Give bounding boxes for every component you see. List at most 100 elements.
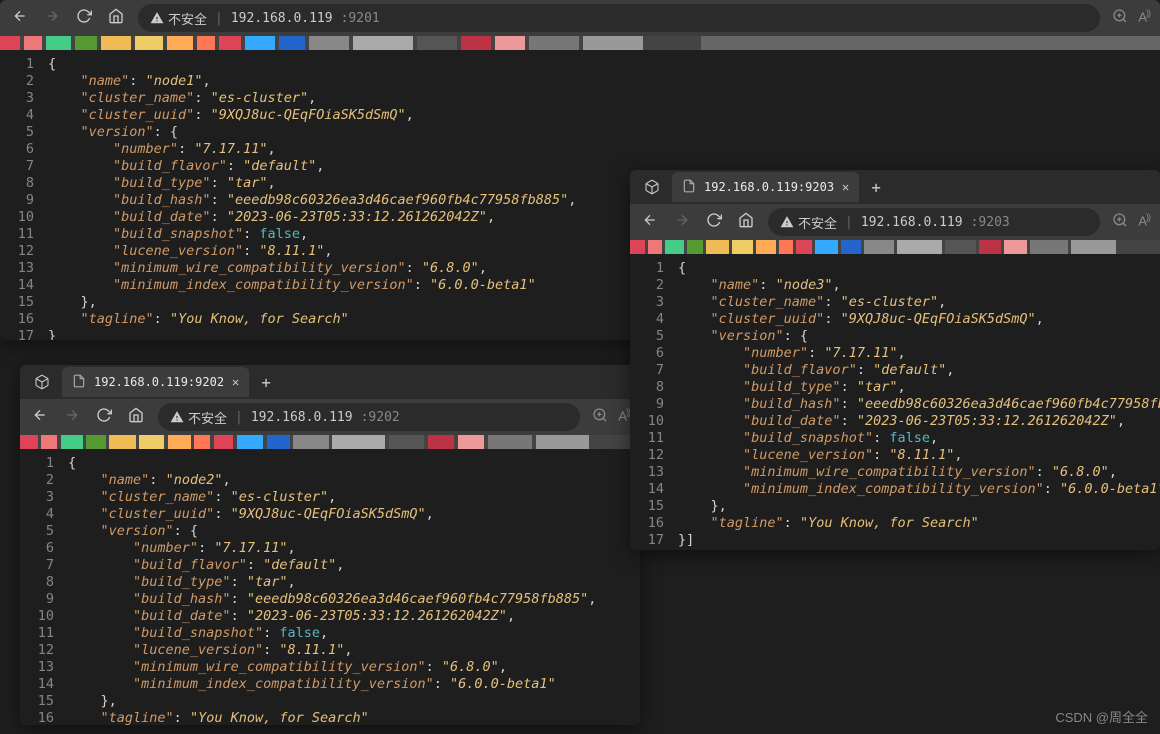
back-button[interactable] [10, 8, 30, 28]
line-number: 8 [0, 175, 48, 192]
refresh-button[interactable] [74, 8, 94, 28]
code-line: 13 "minimum_wire_compatibility_version":… [20, 659, 640, 676]
back-button[interactable] [640, 212, 660, 232]
code-line: 6 "number": "7.17.11", [0, 141, 1160, 158]
refresh-button[interactable] [94, 407, 114, 427]
code-line: 2 "name": "node3", [630, 277, 1160, 294]
code-line: 7 "build_flavor": "default", [20, 557, 640, 574]
code-line: 3 "cluster_name": "es-cluster", [0, 90, 1160, 107]
home-button[interactable] [126, 407, 146, 427]
browser-window: 192.168.0.119:9203 ✕ + 不安全 | 192.168.0.1… [630, 170, 1160, 550]
close-tab-icon[interactable]: ✕ [842, 180, 849, 194]
line-number: 13 [0, 260, 48, 277]
line-number: 16 [0, 311, 48, 328]
code-line: 5 "version": { [630, 328, 1160, 345]
close-tab-icon[interactable]: ✕ [232, 375, 239, 389]
url-port: :9203 [971, 215, 1010, 230]
line-number: 9 [0, 192, 48, 209]
line-number: 2 [630, 277, 678, 294]
line-number: 7 [0, 158, 48, 175]
forward-button[interactable] [62, 407, 82, 427]
line-number: 9 [630, 396, 678, 413]
line-number: 17 [0, 328, 48, 340]
line-number: 2 [20, 472, 68, 489]
color-bar [0, 36, 1160, 50]
document-icon [72, 374, 86, 391]
nav-toolbar: 不安全 | 192.168.0.119:9203 A)) [630, 204, 1160, 240]
browser-window: 192.168.0.119:9202 ✕ + 不安全 | 192.168.0.1… [20, 365, 640, 725]
app-icon [638, 179, 666, 195]
line-number: 6 [20, 540, 68, 557]
code-line: 8 "build_type": "tar", [630, 379, 1160, 396]
home-button[interactable] [106, 8, 126, 28]
line-number: 12 [630, 447, 678, 464]
forward-button[interactable] [42, 8, 62, 28]
line-number: 14 [0, 277, 48, 294]
zoom-icon[interactable] [1112, 8, 1128, 28]
refresh-button[interactable] [704, 212, 724, 232]
color-bar [630, 240, 1160, 254]
line-number: 4 [20, 506, 68, 523]
line-number: 2 [0, 73, 48, 90]
url-host: 192.168.0.119 [251, 410, 353, 425]
code-line: 14 "minimum_index_compatibility_version"… [630, 481, 1160, 498]
line-number: 10 [0, 209, 48, 226]
line-number: 16 [20, 710, 68, 725]
line-number: 16 [630, 515, 678, 532]
code-line: 15 }, [20, 693, 640, 710]
line-number: 3 [0, 90, 48, 107]
code-line: 17}] [630, 532, 1160, 549]
line-number: 7 [630, 362, 678, 379]
zoom-icon[interactable] [1112, 212, 1128, 232]
address-bar[interactable]: 不安全 | 192.168.0.119:9202 [158, 403, 580, 431]
address-bar[interactable]: 不安全 | 192.168.0.119:9201 [138, 4, 1100, 32]
line-number: 15 [20, 693, 68, 710]
code-line: 3 "cluster_name": "es-cluster", [20, 489, 640, 506]
line-number: 10 [630, 413, 678, 430]
line-number: 17 [630, 532, 678, 549]
read-aloud-icon[interactable]: A)) [1138, 212, 1150, 232]
line-number: 15 [630, 498, 678, 515]
line-number: 3 [630, 294, 678, 311]
read-aloud-icon[interactable]: A)) [618, 407, 630, 427]
tab-bar: 192.168.0.119:9202 ✕ + [20, 365, 640, 399]
line-number: 13 [630, 464, 678, 481]
read-aloud-icon[interactable]: A)) [1138, 8, 1150, 28]
browser-tab[interactable]: 192.168.0.119:9202 ✕ [62, 367, 249, 397]
code-line: 7 "build_flavor": "default", [630, 362, 1160, 379]
tab-bar: 192.168.0.119:9203 ✕ + [630, 170, 1160, 204]
code-line: 1{ [20, 455, 640, 472]
code-line: 10 "build_date": "2023-06-23T05:33:12.26… [20, 608, 640, 625]
line-number: 4 [0, 107, 48, 124]
code-line: 16 "tagline": "You Know, for Search" [630, 515, 1160, 532]
zoom-icon[interactable] [592, 407, 608, 427]
browser-tab[interactable]: 192.168.0.119:9203 ✕ [672, 172, 859, 202]
code-line: 5 "version": { [20, 523, 640, 540]
code-line: 4 "cluster_uuid": "9XQJ8uc-QEqFOiaSK5dSm… [20, 506, 640, 523]
color-bar [20, 435, 640, 449]
code-line: 8 "build_type": "tar", [20, 574, 640, 591]
nav-toolbar: 不安全 | 192.168.0.119:9202 A)) [20, 399, 640, 435]
forward-button[interactable] [672, 212, 692, 232]
address-bar[interactable]: 不安全 | 192.168.0.119:9203 [768, 208, 1100, 236]
line-number: 6 [630, 345, 678, 362]
line-number: 8 [630, 379, 678, 396]
code-line: 13 "minimum_wire_compatibility_version":… [630, 464, 1160, 481]
code-line: 6 "number": "7.17.11", [20, 540, 640, 557]
watermark: CSDN @周全全 [1055, 707, 1148, 726]
nav-toolbar: 不安全 | 192.168.0.119:9201 A)) [0, 0, 1160, 36]
line-number: 5 [630, 328, 678, 345]
line-number: 1 [630, 260, 678, 277]
not-secure-warning: 不安全 [170, 408, 227, 427]
new-tab-button[interactable]: + [865, 178, 887, 197]
code-line: 4 "cluster_uuid": "9XQJ8uc-QEqFOiaSK5dSm… [630, 311, 1160, 328]
home-button[interactable] [736, 212, 756, 232]
url-host: 192.168.0.119 [231, 11, 333, 26]
code-line: 12 "lucene_version": "8.11.1", [20, 642, 640, 659]
line-number: 12 [0, 243, 48, 260]
back-button[interactable] [30, 407, 50, 427]
new-tab-button[interactable]: + [255, 373, 277, 392]
line-number: 1 [20, 455, 68, 472]
line-number: 3 [20, 489, 68, 506]
line-number: 13 [20, 659, 68, 676]
